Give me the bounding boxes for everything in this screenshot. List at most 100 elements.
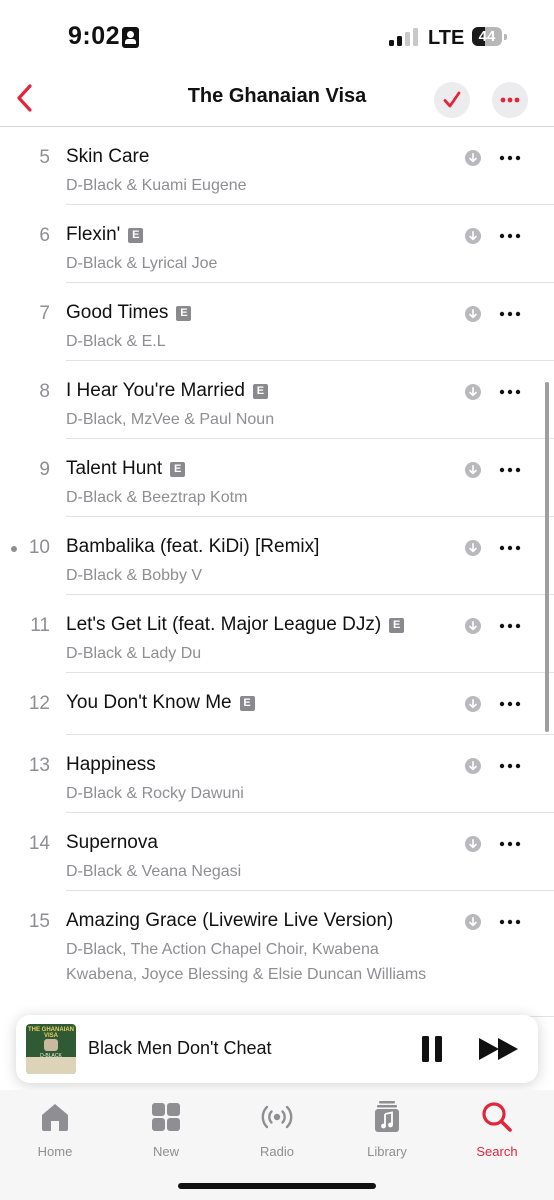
- battery-icon: 44: [472, 27, 502, 46]
- battery-percent: 44: [478, 28, 496, 45]
- download-icon[interactable]: [465, 462, 481, 478]
- page-title: The Ghanaian Visa: [187, 85, 367, 107]
- library-icon: [375, 1101, 399, 1132]
- track-number: 11: [30, 615, 50, 636]
- select-button[interactable]: [434, 82, 470, 118]
- tab-label: New: [152, 1144, 179, 1159]
- download-icon[interactable]: [465, 228, 481, 244]
- explicit-badge: E: [389, 618, 405, 633]
- home-icon: [42, 1104, 68, 1131]
- track-row[interactable]: 12 You Don't Know Me E: [0, 673, 554, 735]
- track-title: Happiness: [66, 754, 156, 775]
- track-title: Talent Hunt: [66, 458, 163, 479]
- track-number: 9: [39, 459, 50, 480]
- ellipsis-icon: [500, 97, 520, 103]
- download-icon[interactable]: [465, 150, 481, 166]
- download-icon[interactable]: [465, 540, 481, 556]
- track-title: Bambalika (feat. KiDi) [Remix]: [66, 536, 320, 557]
- explicit-badge: E: [128, 228, 144, 243]
- track-row[interactable]: 6 Flexin' E D-Black & Lyrical Joe: [0, 205, 554, 283]
- nav-bar: The Ghanaian Visa: [0, 70, 554, 127]
- track-more-icon[interactable]: [498, 382, 522, 402]
- home-indicator: [178, 1183, 376, 1189]
- tab-label: Search: [476, 1144, 518, 1159]
- track-artist: D-Black & Rocky Dawuni: [66, 785, 244, 802]
- track-more-icon[interactable]: [498, 460, 522, 480]
- track-number: 12: [28, 693, 50, 714]
- album-artwork: THE GHANAIAN VISA D-BLACK: [26, 1024, 76, 1074]
- tab-home[interactable]: Home: [10, 1096, 100, 1159]
- tab-label: Home: [37, 1144, 73, 1159]
- track-row[interactable]: 8 I Hear You're Married E D-Black, MzVee …: [0, 361, 554, 439]
- fast-forward-icon: [479, 1038, 518, 1060]
- track-row[interactable]: 5 Skin Care D-Black & Kuami Eugene: [0, 127, 554, 205]
- track-title: Good Times: [66, 302, 169, 323]
- track-number: 8: [39, 381, 50, 402]
- status-time: 9:02: [68, 22, 121, 50]
- track-more-icon[interactable]: [498, 226, 522, 246]
- track-more-icon[interactable]: [498, 694, 522, 714]
- track-more-icon[interactable]: [498, 538, 522, 558]
- track-number: 6: [39, 225, 50, 246]
- track-artist: D-Black & Lady Du: [66, 645, 202, 662]
- track-artist: D-Black & Veana Negasi: [66, 863, 242, 880]
- track-title: You Don't Know Me: [66, 692, 232, 713]
- download-icon[interactable]: [465, 836, 481, 852]
- track-row[interactable]: 11 Let's Get Lit (feat. Major League DJz…: [0, 595, 554, 673]
- tab-search[interactable]: Search: [452, 1096, 542, 1159]
- track-row[interactable]: 14 Supernova D-Black & Veana Negasi: [0, 813, 554, 891]
- track-more-icon[interactable]: [498, 616, 522, 636]
- track-number: 14: [28, 833, 50, 854]
- track-artist: D-Black, The Action Chapel Choir, Kwaben…: [66, 941, 427, 983]
- download-icon[interactable]: [465, 306, 481, 322]
- track-row[interactable]: 13 Happiness D-Black & Rocky Dawuni: [0, 735, 554, 813]
- explicit-badge: E: [252, 384, 268, 399]
- search-icon: [482, 1102, 512, 1132]
- track-row[interactable]: 7 Good Times E D-Black & E.L: [0, 283, 554, 361]
- tab-library[interactable]: Library: [342, 1096, 432, 1159]
- signal-strength-icon: [389, 28, 421, 46]
- track-more-icon[interactable]: [498, 148, 522, 168]
- track-artist: D-Black & E.L: [66, 333, 166, 350]
- track-title: I Hear You're Married: [66, 380, 245, 401]
- download-icon[interactable]: [465, 696, 481, 712]
- network-type: LTE: [428, 27, 465, 49]
- pause-button[interactable]: [421, 1036, 443, 1062]
- track-title: Skin Care: [66, 146, 150, 167]
- track-row[interactable]: 9 Talent Hunt E D-Black & Beeztrap Kotm: [0, 439, 554, 517]
- explicit-badge: E: [239, 696, 255, 711]
- track-row[interactable]: 15 Amazing Grace (Livewire Live Version)…: [0, 891, 554, 1017]
- download-icon[interactable]: [465, 384, 481, 400]
- tab-radio[interactable]: Radio: [232, 1096, 322, 1159]
- download-icon[interactable]: [465, 758, 481, 774]
- battery-cap: [504, 34, 507, 40]
- track-number: 15: [28, 911, 50, 932]
- focus-mode-icon: [122, 27, 139, 48]
- checkmark-icon: [443, 91, 461, 108]
- track-artist: D-Black & Beeztrap Kotm: [66, 489, 248, 506]
- grid-icon: [152, 1103, 180, 1131]
- track-artist: D-Black & Lyrical Joe: [66, 255, 218, 272]
- track-more-icon[interactable]: [498, 834, 522, 854]
- now-playing-title: Black Men Don't Cheat: [88, 1038, 272, 1058]
- download-icon[interactable]: [465, 618, 481, 634]
- mini-player[interactable]: THE GHANAIAN VISA D-BLACK Black Men Don'…: [16, 1015, 538, 1083]
- track-more-icon[interactable]: [498, 912, 522, 932]
- track-title: Flexin': [66, 224, 121, 245]
- tab-label: Library: [367, 1144, 407, 1159]
- scroll-indicator[interactable]: [545, 382, 549, 732]
- more-options-button[interactable]: [492, 82, 528, 118]
- tab-label: Radio: [260, 1144, 294, 1159]
- track-more-icon[interactable]: [498, 304, 522, 324]
- track-more-icon[interactable]: [498, 756, 522, 776]
- track-list: 5 Skin Care D-Black & Kuami Eugene 6 Fle…: [0, 127, 554, 1017]
- track-number: 13: [28, 755, 50, 776]
- track-title: Supernova: [66, 832, 158, 853]
- next-track-button[interactable]: [478, 1037, 520, 1061]
- download-icon[interactable]: [465, 914, 481, 930]
- track-number: 7: [39, 303, 50, 324]
- tab-new[interactable]: New: [121, 1096, 211, 1159]
- track-row[interactable]: 10 Bambalika (feat. KiDi) [Remix] D-Blac…: [0, 517, 554, 595]
- status-bar: 9:02 LTE 44: [0, 0, 554, 70]
- track-number: 10: [28, 537, 50, 558]
